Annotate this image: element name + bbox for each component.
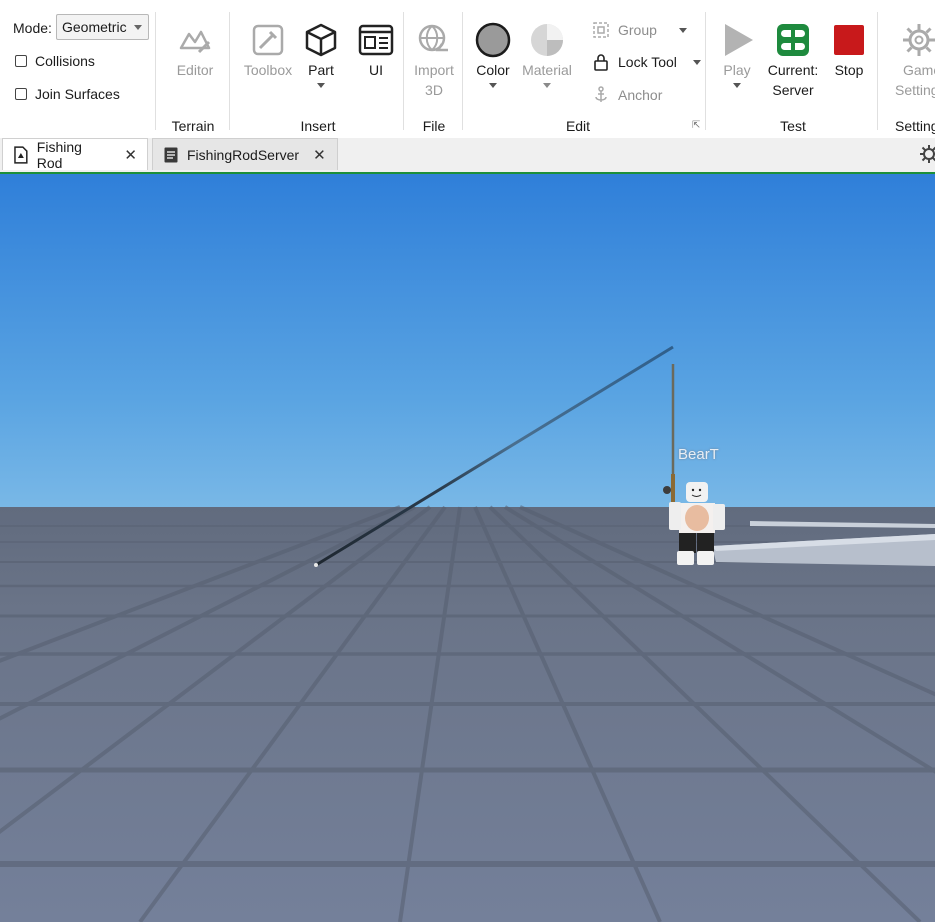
material-label: Material [522, 62, 572, 78]
color-swatch-icon [475, 22, 511, 58]
toolbox-icon [252, 24, 284, 56]
anchor-icon [595, 86, 607, 102]
import-globe-icon [418, 24, 448, 52]
ribbon-toolbar: Mode: Geometric Collisions Join Surfaces… [0, 0, 935, 139]
current-label-line1: Current: [767, 62, 819, 78]
chevron-down-icon [692, 59, 701, 65]
material-button[interactable]: Material [519, 22, 575, 88]
group-divider [462, 12, 463, 130]
insert-group-label: Insert [300, 118, 336, 134]
toolbox-label: Toolbox [243, 62, 293, 78]
play-label: Play [723, 62, 751, 78]
chevron-down-icon [733, 83, 741, 88]
group-divider [877, 12, 878, 130]
ui-label: UI [369, 62, 383, 78]
chevron-down-icon [317, 83, 325, 88]
chevron-down-icon [134, 25, 142, 30]
terrain-editor-icon [179, 30, 211, 54]
group-icon [593, 22, 609, 38]
tab-label: Fishing Rod [36, 138, 82, 171]
anchor-button[interactable]: Anchor [592, 86, 662, 104]
close-icon[interactable]: ✕ [313, 146, 326, 164]
join-surfaces-label: Join Surfaces [35, 86, 120, 102]
mode-dropdown[interactable]: Geometric [56, 14, 149, 40]
chevron-down-icon [543, 83, 551, 88]
terrain-editor-label: Editor [176, 62, 214, 78]
expand-corner-icon[interactable]: ⇱ [692, 120, 700, 131]
chevron-down-icon [678, 27, 687, 33]
part-button[interactable]: Part [302, 22, 340, 88]
group-button[interactable]: Group [592, 21, 687, 39]
game-settings-label-line1: Game [903, 62, 935, 78]
script-icon [164, 147, 178, 162]
close-icon[interactable]: ✕ [124, 146, 137, 164]
game-settings-label-line2: Settings [895, 82, 935, 98]
collisions-label: Collisions [35, 53, 95, 69]
group-label: Group [618, 22, 657, 38]
test-group-label: Test [780, 118, 806, 134]
group-divider [229, 12, 230, 130]
settings-group-label: Settings [895, 118, 935, 134]
terrain-group-label: Terrain [171, 118, 215, 134]
play-button[interactable]: Play [714, 22, 760, 88]
player-name-tag: BearT [678, 446, 719, 463]
material-sphere-icon [531, 24, 563, 56]
ui-window-icon [358, 24, 394, 56]
stop-button[interactable]: Stop [830, 22, 868, 80]
play-icon [725, 24, 753, 56]
lock-tool-button[interactable]: Lock Tool [592, 53, 701, 71]
current-label-line2: Server [772, 82, 814, 98]
join-surfaces-checkbox[interactable]: Join Surfaces [15, 86, 120, 102]
stop-label: Stop [834, 62, 864, 78]
terrain-editor-button[interactable]: Editor [170, 22, 220, 80]
toolbox-button[interactable]: Toolbox [241, 22, 295, 80]
checkbox-icon [15, 88, 27, 100]
server-icon [777, 24, 809, 56]
stop-icon [834, 25, 864, 55]
import-label-line1: Import [414, 62, 454, 78]
checkbox-icon [15, 55, 27, 67]
group-divider [705, 12, 706, 130]
scene-render [0, 345, 935, 922]
color-label: Color [476, 62, 510, 78]
baseplate [0, 507, 935, 922]
group-divider [403, 12, 404, 130]
color-button[interactable]: Color [474, 22, 512, 88]
game-settings-button[interactable]: Game Settings [895, 22, 935, 100]
gear-icon[interactable] [919, 144, 935, 164]
mode-label: Mode: [13, 20, 52, 36]
3d-viewport[interactable]: BearT [0, 174, 935, 922]
chevron-down-icon [489, 83, 497, 88]
import-label-line2: 3D [425, 82, 443, 98]
current-server-button[interactable]: Current: Server [764, 22, 822, 100]
bobber [314, 563, 318, 567]
ui-button[interactable]: UI [356, 22, 396, 80]
part-cube-icon [305, 23, 337, 57]
import-3d-button[interactable]: Import 3D [410, 22, 458, 100]
place-file-icon [14, 145, 28, 164]
tab-label: FishingRodServer [187, 146, 300, 163]
tab-fishing-rod[interactable]: Fishing Rod ✕ [2, 138, 148, 171]
edit-group-label: Edit [565, 118, 591, 134]
file-group-label: File [422, 118, 446, 134]
tab-fishing-rod-server[interactable]: FishingRodServer ✕ [152, 138, 338, 170]
collisions-checkbox[interactable]: Collisions [15, 53, 95, 69]
lock-icon [594, 54, 608, 71]
part-label: Part [308, 62, 334, 78]
document-tab-bar: Fishing Rod ✕ FishingRodServer ✕ [0, 138, 935, 174]
anchor-label: Anchor [618, 87, 663, 103]
mode-value: Geometric [62, 19, 127, 35]
lock-tool-label: Lock Tool [618, 54, 677, 70]
group-divider [155, 12, 156, 130]
gear-icon [903, 24, 935, 56]
